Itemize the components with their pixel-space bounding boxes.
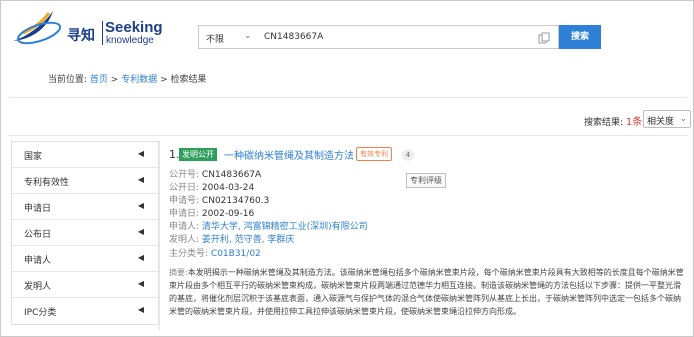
filter-applicant[interactable]: 申请人 ◀ [12,246,158,272]
breadcrumb-home-link[interactable]: 首页 [90,75,108,85]
field-value: CN1483667A [201,170,262,180]
field-key: 公开日: [169,183,200,193]
search-bar: 不限 ⌄ CN1483667A [198,25,559,49]
field-applicant: 申请人: 清华大学, 鸿富锦精密工业(深圳)有限公司 [169,219,368,232]
field-inventor: 发明人: 姜开利, 范守善, 李群庆 [169,232,294,245]
caret-left-icon: ◀ [137,305,144,314]
validity-badge: 有效专利 [356,147,392,161]
copy-icon[interactable] [538,32,550,44]
breadcrumb-patent-link[interactable]: 专利数据 [121,75,157,85]
filter-ipc[interactable]: IPC分类 ◀ [12,298,158,324]
result-number: 1. [169,148,180,161]
filter-label: IPC分类 [24,308,57,318]
field-value: CN02134760.3 [201,196,270,206]
caret-left-icon: ◀ [137,149,144,158]
field-publication-date: 公开日: 2004-03-24 [169,180,254,193]
divider [9,135,687,136]
field-value-link[interactable]: 清华大学, 鸿富锦精密工业(深圳)有限公司 [202,222,368,232]
search-scope-select[interactable]: 不限 [206,32,224,45]
caret-left-icon: ◀ [137,201,144,210]
filter-label: 国家 [24,152,43,162]
field-value: 2002-09-16 [201,209,255,219]
sort-value: 相关度 [647,117,675,127]
breadcrumb-prefix: 当前位置: [48,75,88,85]
breadcrumb-sep: > [157,75,171,85]
filter-label: 公布日 [24,230,52,240]
caret-left-icon: ◀ [137,253,144,262]
field-key: 发明人: [169,235,200,245]
field-publication-number: 公开号: CN1483667A [169,167,261,180]
filter-label: 专利有效性 [24,178,70,188]
filter-label: 申请人 [24,256,52,266]
caret-left-icon: ◀ [137,227,144,236]
filter-validity[interactable]: 专利有效性 ◀ [12,168,158,194]
result-title-link[interactable]: 一种碳纳米管绳及其制造方法 [224,147,354,162]
logo-swoosh-icon [13,11,62,45]
results-count: 1条 [625,117,643,128]
filter-inventor[interactable]: 发明人 ◀ [12,272,158,298]
logo-en-top: Seeking [105,19,163,36]
result-abstract: 摘要:本发明揭示一种碳纳米管绳及其制造方法。该碳纳米管绳包括多个碳纳米管束片段，… [169,266,684,318]
field-value-link[interactable]: C01B31/02 [211,249,261,259]
abstract-text: 本发明揭示一种碳纳米管绳及其制造方法。该碳纳米管绳包括多个碳纳米管束片段，每个碳… [169,268,684,316]
caret-left-icon: ◀ [137,279,144,288]
sort-select[interactable]: 相关度 ⌄ [643,110,691,128]
caret-left-icon: ◀ [137,175,144,184]
count-badge: 4 [402,149,414,161]
divider [9,97,687,98]
filter-application-date[interactable]: 申请日 ◀ [12,194,158,220]
logo[interactable]: 寻知 Seeking knowledge [9,7,169,49]
filter-label: 发明人 [24,282,52,292]
chevron-down-icon[interactable]: ⌄ [244,31,252,41]
breadcrumb-current: 检索结果 [170,75,207,85]
breadcrumb-sep: > [107,75,122,85]
abstract-label: 摘要: [169,268,188,277]
logo-en-bottom: knowledge [106,35,154,46]
field-application-date: 申请日: 2002-09-16 [169,206,254,219]
results-label: 搜索结果: [584,118,624,128]
field-key: 公开号: [169,170,200,180]
field-key: 申请人: [169,222,200,232]
search-button[interactable]: 搜索 [559,25,601,49]
filter-sidebar: 国家 ◀ 专利有效性 ◀ 申请日 ◀ 公布日 ◀ 申请人 ◀ 发明人 ◀ IPC… [11,141,159,325]
field-key: 主分类号: [169,249,209,259]
field-key: 申请号: [169,196,200,206]
logo-divider [102,21,103,45]
patent-rating-button[interactable]: 专利评级 [406,173,446,188]
filter-country[interactable]: 国家 ◀ [12,142,158,168]
field-value-link[interactable]: 姜开利, 范守善, 李群庆 [202,235,294,245]
chevron-down-icon: ⌄ [679,114,687,124]
filter-label: 申请日 [24,204,52,214]
results-summary: 搜索结果: 1条 [584,113,642,128]
breadcrumb: 当前位置: 首页 > 专利数据 > 检索结果 [48,72,207,85]
field-value: 2004-03-24 [201,183,255,193]
filter-publication-date[interactable]: 公布日 ◀ [12,220,158,246]
field-main-class: 主分类号: C01B31/02 [169,246,261,259]
divider [159,141,160,331]
field-application-number: 申请号: CN02134760.3 [169,193,269,206]
status-badge: 发明公开 [179,148,217,161]
field-key: 申请日: [169,209,200,219]
logo-cn-text: 寻知 [67,28,95,44]
search-input[interactable]: CN1483667A [264,32,323,42]
